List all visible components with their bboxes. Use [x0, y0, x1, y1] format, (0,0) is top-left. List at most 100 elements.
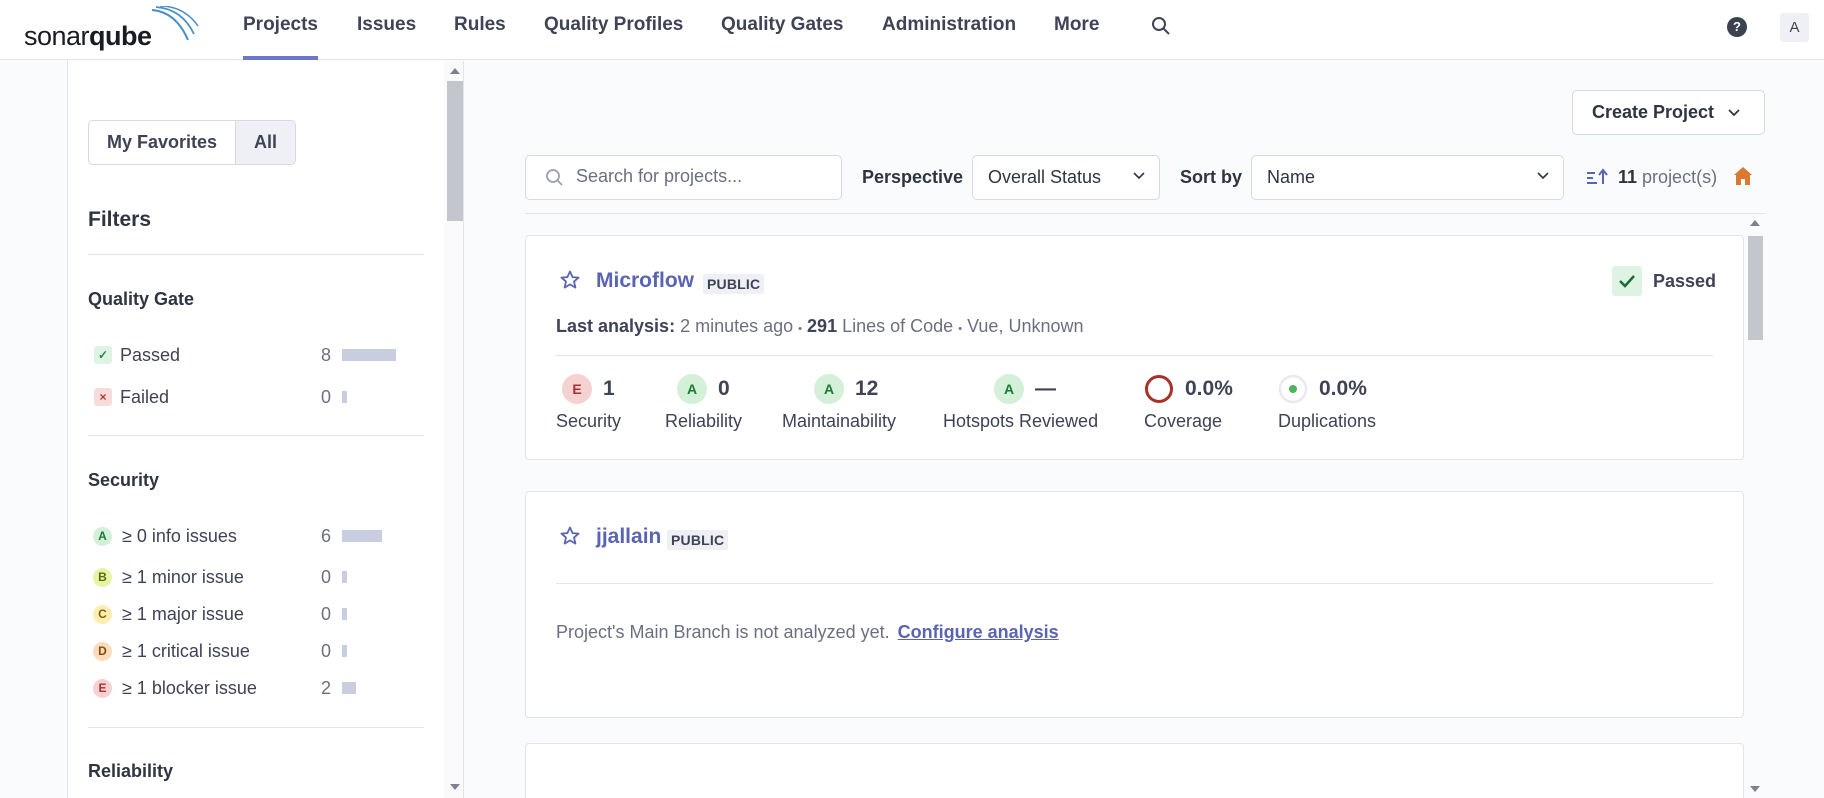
project-count-suffix: project(s): [1642, 167, 1718, 187]
project-meta: Last analysis: 2 minutes ago • 291 Lines…: [556, 316, 1083, 337]
visibility-badge: PUBLIC: [667, 530, 729, 550]
nav-quality-profiles[interactable]: Quality Profiles: [544, 14, 683, 60]
perspective-value: Overall Status: [988, 167, 1102, 187]
facet-bar: [342, 530, 382, 542]
quality-gate-status: Passed: [1612, 266, 1716, 296]
metric-label: Reliability: [665, 411, 743, 431]
list-scrollbar[interactable]: [1745, 214, 1765, 798]
scroll-down-arrow-icon[interactable]: [450, 784, 460, 790]
facet-count: 0: [321, 640, 332, 661]
facet-security-e[interactable]: E ≥ 1 blocker issue 2: [88, 675, 418, 701]
logo-waves-icon: [151, 6, 199, 41]
scroll-down-arrow-icon[interactable]: [1750, 786, 1760, 792]
metric-label: Hotspots Reviewed: [943, 411, 1099, 431]
facet-label: ≥ 1 major issue: [122, 603, 244, 624]
home-icon[interactable]: [1733, 166, 1753, 186]
divider: [88, 254, 424, 255]
facet-bar: [342, 682, 356, 694]
rating-badge: A: [93, 526, 112, 546]
chevron-down-icon: [1133, 172, 1145, 180]
facet-qg-passed[interactable]: ✓ Passed 8: [88, 342, 418, 368]
project-card: [525, 743, 1744, 798]
create-project-button[interactable]: Create Project: [1572, 90, 1765, 135]
separator: •: [798, 323, 803, 335]
all-button[interactable]: All: [235, 121, 296, 164]
nav-projects[interactable]: Projects: [243, 14, 318, 60]
nav-issues[interactable]: Issues: [357, 14, 416, 60]
facet-bar: [342, 608, 347, 620]
sort-select[interactable]: Name: [1251, 155, 1564, 200]
rating-badge: B: [93, 567, 112, 587]
nav-rules[interactable]: Rules: [454, 14, 506, 60]
metric-label: Security: [556, 411, 622, 431]
divider: [556, 355, 1713, 356]
favorite-star-icon[interactable]: [560, 526, 580, 546]
facet-security-c[interactable]: C ≥ 1 major issue 0: [88, 601, 418, 627]
last-analysis-label: Last analysis:: [556, 316, 676, 336]
reliability-facet-title[interactable]: Reliability: [88, 761, 173, 782]
facet-label: ≥ 0 info issues: [122, 525, 237, 546]
facet-label: ≥ 1 blocker issue: [122, 677, 257, 698]
sonarqube-logo[interactable]: sonarqube: [24, 6, 199, 51]
sidebar-scrollbar[interactable]: [444, 61, 463, 798]
project-count-number: 11: [1618, 167, 1638, 187]
sort-direction-icon[interactable]: [1586, 168, 1608, 186]
nav-quality-gates[interactable]: Quality Gates: [721, 14, 844, 60]
rating-badge: C: [93, 604, 112, 624]
facet-count: 0: [321, 566, 332, 587]
scroll-up-arrow-icon[interactable]: [450, 68, 460, 74]
facet-security-a[interactable]: A ≥ 0 info issues 6: [88, 523, 418, 549]
scrollbar-thumb[interactable]: [447, 81, 463, 221]
metric-label: Maintainability: [782, 411, 897, 431]
nav-administration[interactable]: Administration: [882, 14, 1016, 60]
languages: Vue, Unknown: [967, 316, 1084, 336]
scrollbar-thumb[interactable]: [1748, 236, 1763, 340]
sort-value: Name: [1267, 167, 1316, 187]
metric-coverage[interactable]: 0.0% Coverage: [1144, 374, 1233, 432]
configure-analysis-link[interactable]: Configure analysis: [898, 622, 1059, 642]
security-facet-title[interactable]: Security: [88, 470, 159, 491]
check-icon: ✓: [94, 346, 112, 364]
project-name-link[interactable]: Microflow: [596, 269, 694, 293]
separator: •: [958, 323, 963, 335]
facet-qg-failed[interactable]: × Failed 0: [88, 384, 418, 410]
scroll-up-arrow-icon[interactable]: [1750, 220, 1760, 226]
search-input[interactable]: [576, 166, 826, 187]
my-favorites-button[interactable]: My Favorites: [89, 121, 235, 164]
metric-label: Coverage: [1144, 411, 1223, 431]
perspective-select[interactable]: Overall Status: [972, 155, 1160, 200]
quality-gate-facet-title[interactable]: Quality Gate: [88, 289, 194, 310]
avatar[interactable]: A: [1780, 13, 1809, 42]
not-analyzed-message: Project's Main Branch is not analyzed ye…: [556, 622, 1059, 643]
rating-badge: A: [677, 374, 707, 404]
rating-badge: A: [814, 374, 844, 404]
metric-maintainability[interactable]: A 12 Maintainability: [782, 374, 896, 432]
facet-label: ≥ 1 minor issue: [122, 566, 244, 587]
metric-hotspots-reviewed[interactable]: A — Hotspots Reviewed: [943, 374, 1098, 432]
project-list: Microflow PUBLIC Passed Last analysis: 2…: [525, 213, 1765, 798]
search-icon: [546, 169, 563, 186]
metric-duplications[interactable]: 0.0% Duplications: [1278, 374, 1376, 432]
metric-reliability[interactable]: A0 Reliability: [665, 374, 742, 432]
chevron-down-icon: [1537, 172, 1549, 180]
facet-security-b[interactable]: B ≥ 1 minor issue 0: [88, 564, 418, 590]
nav-more[interactable]: More: [1054, 14, 1099, 60]
favorite-star-icon[interactable]: [560, 270, 580, 290]
create-project-label: Create Project: [1592, 102, 1715, 122]
project-name-link[interactable]: jjallain: [596, 525, 661, 549]
help-icon[interactable]: ?: [1727, 17, 1747, 37]
metric-value: —: [1035, 377, 1056, 400]
project-search[interactable]: [525, 155, 842, 200]
facet-security-d[interactable]: D ≥ 1 critical issue 0: [88, 638, 418, 664]
metric-security[interactable]: E1 Security: [556, 374, 621, 432]
brand-light: sonar: [24, 21, 90, 51]
visibility-badge: PUBLIC: [703, 274, 765, 294]
facet-count: 8: [321, 344, 332, 365]
global-search-icon[interactable]: [1151, 16, 1171, 41]
metric-value: 0.0%: [1185, 377, 1233, 400]
facet-count: 0: [321, 386, 332, 407]
quality-gate-label: Passed: [1653, 270, 1717, 291]
facet-bar: [342, 391, 347, 403]
divider: [556, 583, 1713, 584]
project-card: Microflow PUBLIC Passed Last analysis: 2…: [525, 235, 1744, 460]
